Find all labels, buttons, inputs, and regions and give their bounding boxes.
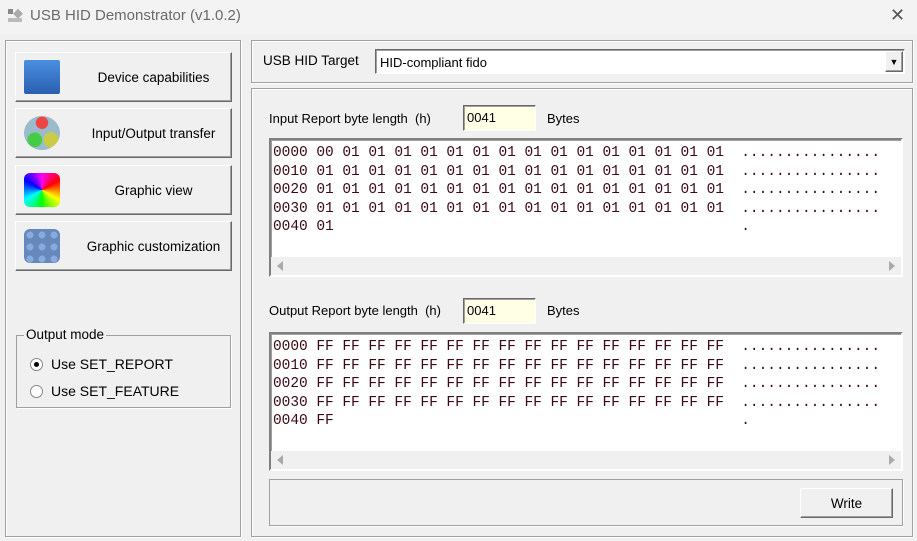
radio-label: Use SET_REPORT: [51, 356, 173, 372]
input-length-field[interactable]: 0041: [463, 105, 536, 131]
input-length-label: Input Report byte length (h): [269, 111, 431, 126]
chevron-down-icon[interactable]: ▼: [885, 51, 903, 72]
button-label: Device capabilities: [97, 70, 210, 85]
output-hex-view[interactable]: 0000 FF FF FF FF FF FF FF FF FF FF FF FF…: [269, 332, 903, 471]
horizontal-scrollbar[interactable]: [271, 257, 901, 275]
hex-row: 0010 FF FF FF FF FF FF FF FF FF FF FF FF…: [273, 357, 880, 374]
scroll-left-icon[interactable]: [277, 455, 283, 465]
target-select[interactable]: HID-compliant fido ▼: [375, 49, 905, 74]
scroll-left-icon[interactable]: [277, 261, 283, 271]
write-button[interactable]: Write: [800, 488, 893, 518]
scroll-right-icon[interactable]: [889, 261, 895, 271]
output-mode-legend: Output mode: [24, 327, 107, 342]
input-bytes-unit: Bytes: [547, 111, 580, 126]
close-icon[interactable]: ✕: [890, 5, 905, 26]
device-capabilities-button[interactable]: Device capabilities: [15, 52, 232, 102]
output-length-value: 0041: [467, 303, 496, 318]
hex-row: 0040 FF .: [273, 413, 750, 429]
input-hex-rows: 0000 00 01 01 01 01 01 01 01 01 01 01 01…: [273, 144, 880, 237]
io-transfer-icon: [24, 116, 60, 150]
horizontal-scrollbar[interactable]: [271, 451, 901, 469]
graphic-customization-button[interactable]: Graphic customization: [15, 221, 232, 271]
hex-row: 0020 01 01 01 01 01 01 01 01 01 01 01 01…: [273, 182, 880, 198]
output-length-label: Output Report byte length (h): [269, 303, 441, 318]
target-label: USB HID Target: [263, 53, 359, 68]
radio-button[interactable]: [30, 357, 43, 371]
graphic-view-button[interactable]: Graphic view: [15, 165, 232, 215]
window-title: USB HID Demonstrator (v1.0.2): [30, 7, 241, 24]
hex-row: 0020 FF FF FF FF FF FF FF FF FF FF FF FF…: [273, 376, 880, 392]
hex-row: 0010 01 01 01 01 01 01 01 01 01 01 01 01…: [273, 163, 880, 180]
device-capabilities-icon: [24, 60, 60, 94]
graphic-view-icon: [24, 173, 60, 207]
app-icon: [8, 8, 23, 22]
io-transfer-button[interactable]: Input/Output transfer: [15, 108, 232, 158]
radio-button[interactable]: [30, 384, 43, 398]
button-label: Input/Output transfer: [91, 126, 216, 141]
hex-row: 0030 01 01 01 01 01 01 01 01 01 01 01 01…: [273, 200, 880, 217]
radio-set-report[interactable]: Use SET_REPORT: [30, 356, 173, 372]
hex-row: 0030 FF FF FF FF FF FF FF FF FF FF FF FF…: [273, 394, 880, 411]
write-label: Write: [830, 495, 863, 511]
button-label: Graphic customization: [86, 239, 221, 254]
output-hex-rows: 0000 FF FF FF FF FF FF FF FF FF FF FF FF…: [273, 338, 880, 431]
output-length-field[interactable]: 0041: [463, 298, 536, 324]
hex-row: 0000 FF FF FF FF FF FF FF FF FF FF FF FF…: [273, 339, 880, 355]
hex-row: 0000 00 01 01 01 01 01 01 01 01 01 01 01…: [273, 145, 880, 161]
output-bytes-unit: Bytes: [547, 303, 580, 318]
radio-set-feature[interactable]: Use SET_FEATURE: [30, 383, 179, 399]
scroll-right-icon[interactable]: [889, 455, 895, 465]
graphic-customization-icon: [24, 229, 60, 263]
target-value: HID-compliant fido: [380, 55, 487, 70]
radio-label: Use SET_FEATURE: [51, 383, 180, 399]
input-hex-view[interactable]: 0000 00 01 01 01 01 01 01 01 01 01 01 01…: [269, 138, 903, 277]
input-length-value: 0041: [467, 110, 496, 125]
hex-row: 0040 01 .: [273, 219, 750, 235]
button-label: Graphic view: [114, 183, 193, 198]
